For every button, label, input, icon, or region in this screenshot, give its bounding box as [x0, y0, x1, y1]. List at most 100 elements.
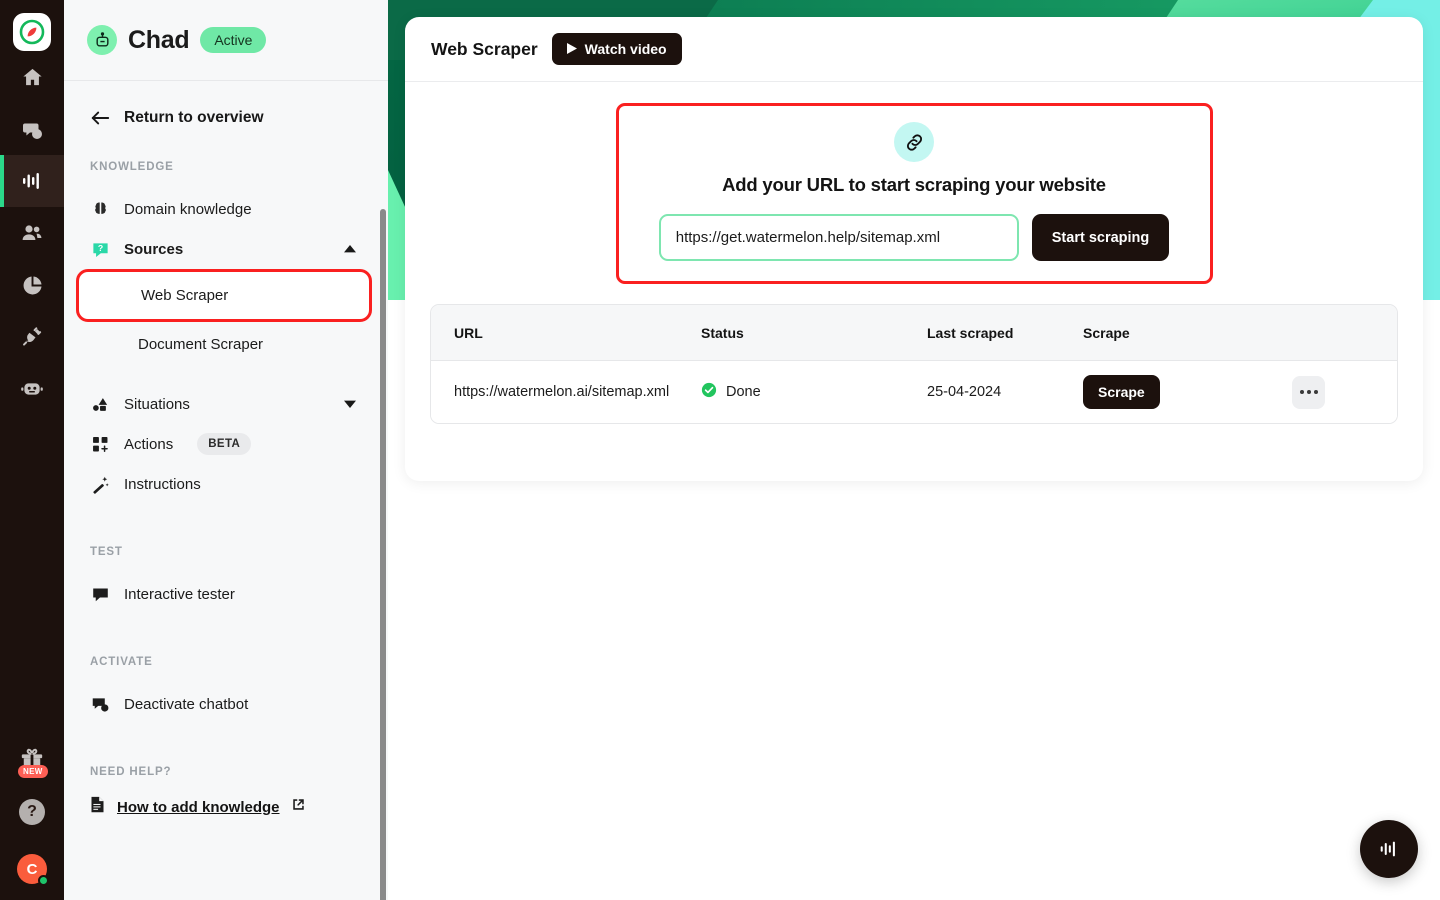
rail-item-conversations[interactable]: [0, 103, 64, 155]
play-icon: [566, 41, 577, 57]
ellipsis-dot: [1306, 390, 1311, 394]
new-badge: NEW: [18, 765, 48, 778]
status-label: Done: [726, 384, 761, 400]
cell-actions: [1263, 375, 1397, 409]
main-header: Web Scraper Watch video: [405, 17, 1423, 82]
waveform-icon: [1380, 841, 1395, 857]
question-bubble-icon: ?: [90, 240, 110, 259]
return-to-overview-button[interactable]: Return to overview: [64, 81, 388, 127]
sidebar-item-label: Sources: [124, 240, 184, 258]
sidebar-item-label: Actions: [124, 435, 174, 453]
section-label-knowledge: KNOWLEDGE: [90, 161, 174, 173]
cell-scrape: Scrape: [1083, 375, 1263, 409]
svg-text:?: ?: [97, 243, 102, 253]
sidebar-item-domain-knowledge[interactable]: Domain knowledge: [82, 189, 374, 229]
rail-item-profile[interactable]: C: [0, 838, 64, 900]
rail-item-home[interactable]: [0, 51, 64, 103]
sidebar-item-interactive-tester[interactable]: Interactive tester: [82, 574, 374, 614]
sidebar-item-label: Deactivate chatbot: [124, 695, 249, 713]
sidebar-subitem-label: Web Scraper: [141, 287, 229, 304]
home-icon: [22, 68, 42, 85]
sidebar-subitem-document-scraper[interactable]: Document Scraper: [128, 322, 372, 366]
how-to-add-knowledge-link[interactable]: How to add knowledge: [64, 778, 388, 818]
magic-wand-icon: [90, 475, 110, 494]
add-url-heading: Add your URL to start scraping your webs…: [722, 174, 1106, 195]
app-root: NEW ? C Chad Active Return to overview K…: [0, 0, 1440, 900]
sidebar-item-label: Interactive tester: [124, 585, 235, 603]
sidebar-item-actions[interactable]: Actions BETA: [82, 424, 374, 464]
robot-head-icon: [95, 31, 109, 47]
sidebar-item-label: Domain knowledge: [124, 200, 252, 218]
link-icon: [894, 122, 934, 162]
scraped-urls-table: URL Status Last scraped Scrape https://w…: [430, 304, 1398, 424]
section-label-test: TEST: [90, 546, 123, 558]
chevron-up-icon: [344, 240, 356, 258]
rail-item-integrations[interactable]: [0, 311, 64, 363]
speech-bubble-icon: [90, 585, 110, 604]
bot-avatar: [87, 25, 117, 55]
check-circle-icon: [701, 382, 717, 402]
rail-item-agents[interactable]: [0, 363, 64, 415]
sidebar-subitem-label: Document Scraper: [138, 335, 264, 353]
main-page-title: Web Scraper: [431, 38, 538, 59]
sidebar-item-label: Situations: [124, 395, 190, 413]
plug-icon: [23, 327, 42, 346]
robot-icon: [21, 383, 43, 395]
chevron-down-icon: [344, 395, 356, 413]
section-label-need-help: NEED HELP?: [90, 766, 172, 778]
cell-url: https://watermelon.ai/sitemap.xml: [454, 384, 670, 400]
main-content-card: Web Scraper Watch video Add your URL to …: [405, 17, 1423, 481]
how-to-add-knowledge-label: How to add knowledge: [117, 798, 280, 816]
sidebar-scroll-area: Return to overview KNOWLEDGE Domain know…: [64, 81, 388, 900]
section-label-activate: ACTIVATE: [90, 656, 153, 668]
users-icon: [22, 225, 42, 240]
row-more-options-button[interactable]: [1292, 375, 1325, 409]
sidebar-item-deactivate-chatbot[interactable]: Deactivate chatbot: [82, 684, 374, 724]
sidebar-subitem-web-scraper[interactable]: Web Scraper: [76, 269, 372, 322]
sidebar-scrollbar[interactable]: [380, 209, 386, 900]
sidebar: Chad Active Return to overview KNOWLEDGE: [64, 0, 388, 900]
column-header-status: Status: [701, 324, 744, 341]
watermelon-logo-icon: [19, 19, 45, 45]
arrow-left-icon: [91, 111, 110, 125]
column-header-url: URL: [454, 324, 483, 341]
chat-widget-button[interactable]: [1360, 820, 1418, 878]
document-icon: [90, 796, 105, 818]
url-input[interactable]: [658, 214, 1019, 261]
rail-item-team[interactable]: [0, 207, 64, 259]
watch-video-label: Watch video: [584, 41, 667, 57]
rail-item-chatbots[interactable]: [0, 155, 64, 207]
online-status-dot: [38, 875, 49, 886]
watch-video-button[interactable]: Watch video: [551, 33, 682, 65]
main-body: Add your URL to start scraping your webs…: [405, 82, 1423, 424]
sidebar-item-sources[interactable]: ? Sources: [82, 229, 374, 269]
rail-item-statistics[interactable]: [0, 259, 64, 311]
start-scraping-button[interactable]: Start scraping: [1031, 214, 1170, 261]
chat-bubbles-icon: [23, 123, 42, 139]
rail-item-help[interactable]: ?: [0, 786, 64, 838]
column-header-scrape: Scrape: [1083, 324, 1130, 341]
help-icon: ?: [19, 799, 45, 825]
shapes-icon: [90, 395, 110, 414]
sidebar-item-label: Instructions: [124, 475, 201, 493]
page-title: Chad: [128, 25, 190, 54]
table-row: https://watermelon.ai/sitemap.xml Done 2…: [431, 361, 1397, 423]
cell-status: Done: [701, 382, 927, 402]
return-to-overview-label: Return to overview: [124, 109, 264, 126]
icon-rail: NEW ? C: [0, 0, 64, 900]
cell-last-scraped: 25-04-2024: [927, 384, 1002, 400]
brain-icon: [90, 200, 110, 219]
add-url-card: Add your URL to start scraping your webs…: [615, 103, 1213, 284]
waveform-icon: [23, 173, 39, 189]
sidebar-item-instructions[interactable]: Instructions: [82, 464, 374, 504]
column-header-last-scraped: Last scraped: [927, 324, 1014, 341]
pie-chart-icon: [23, 275, 42, 294]
add-url-row: Start scraping: [658, 214, 1170, 261]
grid-plus-icon: [90, 435, 110, 454]
sidebar-header: Chad Active: [64, 0, 388, 81]
ellipsis-dot: [1313, 390, 1318, 394]
watermelon-logo[interactable]: [13, 13, 51, 51]
rail-item-whats-new[interactable]: NEW: [0, 730, 64, 786]
sidebar-item-situations[interactable]: Situations: [82, 384, 374, 424]
scrape-button[interactable]: Scrape: [1083, 375, 1160, 409]
